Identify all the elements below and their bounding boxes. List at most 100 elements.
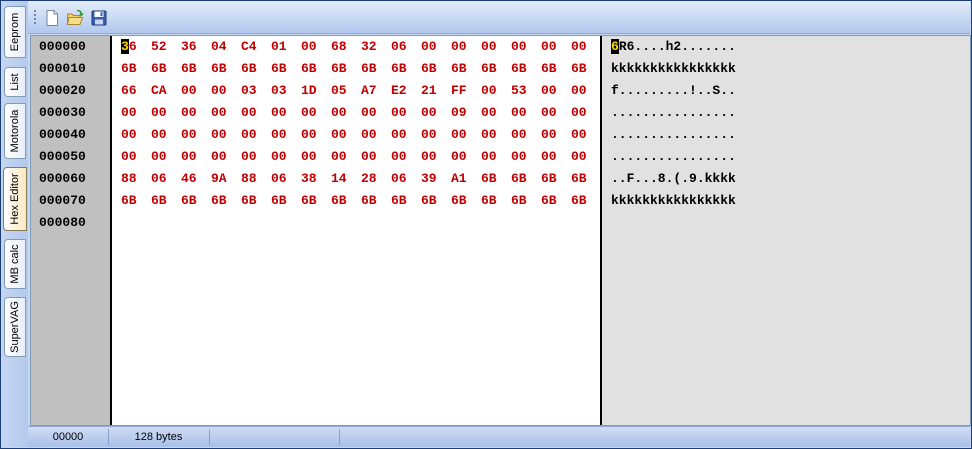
hex-byte-cell[interactable]: 9A bbox=[211, 171, 227, 186]
tab-mb-calc[interactable]: MB calc bbox=[4, 239, 26, 289]
hex-bytes-panel[interactable]: 36 52 36 04 C4 01 00 68 32 06 00 00 00 00 00 00 6B 6B 6B 6B… bbox=[112, 36, 600, 425]
hex-byte-cell[interactable]: 00 bbox=[541, 127, 557, 142]
hex-byte-cell[interactable]: 00 bbox=[541, 39, 557, 54]
hex-byte-cell[interactable]: 6B bbox=[241, 193, 257, 208]
hex-byte-cell[interactable]: 00 bbox=[421, 127, 437, 142]
hex-byte-cell[interactable]: 03 bbox=[271, 83, 287, 98]
hex-byte-cell[interactable]: C4 bbox=[241, 39, 257, 54]
hex-byte-cell[interactable]: 6B bbox=[451, 61, 467, 76]
hex-byte-cell[interactable]: 00 bbox=[481, 127, 497, 142]
hex-byte-cell[interactable]: 00 bbox=[421, 39, 437, 54]
hex-byte-cell[interactable]: 00 bbox=[391, 127, 407, 142]
hex-byte-cell[interactable]: 6B bbox=[421, 61, 437, 76]
hex-byte-cell[interactable]: 00 bbox=[271, 149, 287, 164]
hex-byte-cell[interactable]: 00 bbox=[181, 127, 197, 142]
hex-byte-cell[interactable]: 39 bbox=[421, 171, 437, 186]
hex-byte-cell[interactable]: 00 bbox=[301, 105, 317, 120]
hex-byte-cell[interactable]: 00 bbox=[181, 149, 197, 164]
hex-byte-cell[interactable]: 00 bbox=[211, 127, 227, 142]
hex-byte-cell[interactable]: A1 bbox=[451, 171, 467, 186]
toolbar-grip[interactable] bbox=[34, 10, 36, 26]
save-disk-icon[interactable] bbox=[90, 9, 108, 27]
hex-byte-cell[interactable]: 00 bbox=[121, 127, 137, 142]
ascii-row[interactable]: ................ bbox=[611, 105, 736, 120]
hex-byte-cell[interactable]: 00 bbox=[571, 83, 587, 98]
hex-byte-cell[interactable]: 00 bbox=[181, 83, 197, 98]
hex-byte-cell[interactable]: FF bbox=[451, 83, 467, 98]
hex-byte-cell[interactable]: 00 bbox=[511, 149, 527, 164]
hex-byte-cell[interactable]: 6B bbox=[361, 193, 377, 208]
hex-byte-cell[interactable]: 03 bbox=[241, 83, 257, 98]
hex-byte-cell[interactable]: 00 bbox=[421, 105, 437, 120]
hex-byte-cell[interactable]: 6B bbox=[451, 193, 467, 208]
hex-byte-cell[interactable]: 01 bbox=[271, 39, 287, 54]
hex-byte-cell[interactable]: 00 bbox=[211, 149, 227, 164]
ascii-row[interactable]: ..F...8.(.9.kkkk bbox=[611, 171, 736, 186]
tab-motorola[interactable]: Motorola bbox=[4, 103, 26, 159]
hex-byte-cell[interactable]: 00 bbox=[571, 39, 587, 54]
hex-byte-cell[interactable]: 00 bbox=[241, 127, 257, 142]
hex-byte-cell[interactable]: 6B bbox=[421, 193, 437, 208]
hex-byte-cell[interactable]: 00 bbox=[331, 149, 347, 164]
hex-byte-cell[interactable]: 6B bbox=[121, 61, 137, 76]
hex-byte-cell[interactable]: 00 bbox=[361, 105, 377, 120]
hex-byte-cell[interactable]: 6B bbox=[271, 61, 287, 76]
hex-byte-cell[interactable]: 46 bbox=[181, 171, 197, 186]
hex-byte-cell[interactable]: 36 bbox=[181, 39, 197, 54]
hex-byte-cell[interactable]: 00 bbox=[541, 105, 557, 120]
hex-byte-cell[interactable]: 6B bbox=[541, 171, 557, 186]
hex-byte-cell[interactable]: 6B bbox=[571, 171, 587, 186]
tab-supervag[interactable]: SuperVAG bbox=[4, 297, 26, 357]
tab-hex-editor[interactable]: Hex Editor bbox=[3, 167, 27, 231]
hex-byte-cell[interactable]: 06 bbox=[151, 171, 167, 186]
hex-byte-cell[interactable]: 6B bbox=[211, 61, 227, 76]
hex-byte-cell[interactable]: 21 bbox=[421, 83, 437, 98]
hex-byte-cell[interactable]: 36 bbox=[121, 39, 137, 54]
hex-byte-cell[interactable]: 6B bbox=[541, 193, 557, 208]
hex-byte-cell[interactable]: 00 bbox=[211, 105, 227, 120]
hex-byte-cell[interactable]: 00 bbox=[571, 127, 587, 142]
hex-byte-cell[interactable]: 6B bbox=[271, 193, 287, 208]
hex-byte-cell[interactable]: 6B bbox=[121, 193, 137, 208]
hex-byte-cell[interactable]: 6B bbox=[151, 193, 167, 208]
hex-byte-cell[interactable]: 00 bbox=[241, 149, 257, 164]
hex-byte-cell[interactable]: 6B bbox=[481, 61, 497, 76]
hex-byte-cell[interactable]: 66 bbox=[121, 83, 137, 98]
hex-byte-cell[interactable]: 00 bbox=[541, 83, 557, 98]
hex-byte-cell[interactable]: 09 bbox=[451, 105, 467, 120]
hex-byte-cell[interactable]: 00 bbox=[121, 105, 137, 120]
hex-byte-cell[interactable]: 00 bbox=[511, 39, 527, 54]
hex-editor[interactable]: 000000 000010 000020 000030 000040 000050 0000… bbox=[30, 35, 971, 426]
ascii-panel[interactable]: 6R6....h2....... kkkkkkkkkkkkkkkk f.......… bbox=[600, 36, 970, 425]
hex-byte-cell[interactable]: 6B bbox=[511, 61, 527, 76]
hex-byte-cell[interactable]: 6B bbox=[181, 61, 197, 76]
tab-eeprom[interactable]: Eeprom bbox=[4, 6, 26, 58]
hex-byte-cell[interactable]: 00 bbox=[391, 105, 407, 120]
ascii-row[interactable]: ................ bbox=[611, 149, 736, 164]
hex-byte-cell[interactable]: 6B bbox=[151, 61, 167, 76]
hex-byte-cell[interactable]: 6B bbox=[511, 171, 527, 186]
hex-byte-cell[interactable]: 00 bbox=[571, 105, 587, 120]
hex-byte-cell[interactable]: E2 bbox=[391, 83, 407, 98]
hex-byte-cell[interactable]: 6B bbox=[211, 193, 227, 208]
hex-byte-cell[interactable]: 00 bbox=[451, 127, 467, 142]
hex-byte-cell[interactable]: 6B bbox=[481, 193, 497, 208]
hex-byte-cell[interactable]: 52 bbox=[151, 39, 167, 54]
hex-byte-cell[interactable]: 38 bbox=[301, 171, 317, 186]
hex-byte-cell[interactable]: 6B bbox=[571, 193, 587, 208]
hex-byte-cell[interactable]: 00 bbox=[181, 105, 197, 120]
hex-byte-cell[interactable]: 1D bbox=[301, 83, 317, 98]
hex-byte-cell[interactable]: 00 bbox=[421, 149, 437, 164]
hex-byte-cell[interactable]: 00 bbox=[271, 105, 287, 120]
hex-byte-cell[interactable]: 6B bbox=[301, 61, 317, 76]
hex-byte-cell[interactable]: 05 bbox=[331, 83, 347, 98]
hex-byte-cell[interactable]: 00 bbox=[271, 127, 287, 142]
hex-byte-cell[interactable]: 00 bbox=[511, 105, 527, 120]
ascii-row[interactable]: ................ bbox=[611, 127, 736, 142]
tab-list[interactable]: List bbox=[4, 67, 26, 97]
hex-byte-cell[interactable]: 00 bbox=[211, 83, 227, 98]
hex-byte-cell[interactable]: 00 bbox=[571, 149, 587, 164]
hex-byte-cell[interactable]: 6B bbox=[331, 61, 347, 76]
hex-byte-cell[interactable]: 00 bbox=[451, 39, 467, 54]
hex-byte-cell[interactable]: 00 bbox=[151, 149, 167, 164]
